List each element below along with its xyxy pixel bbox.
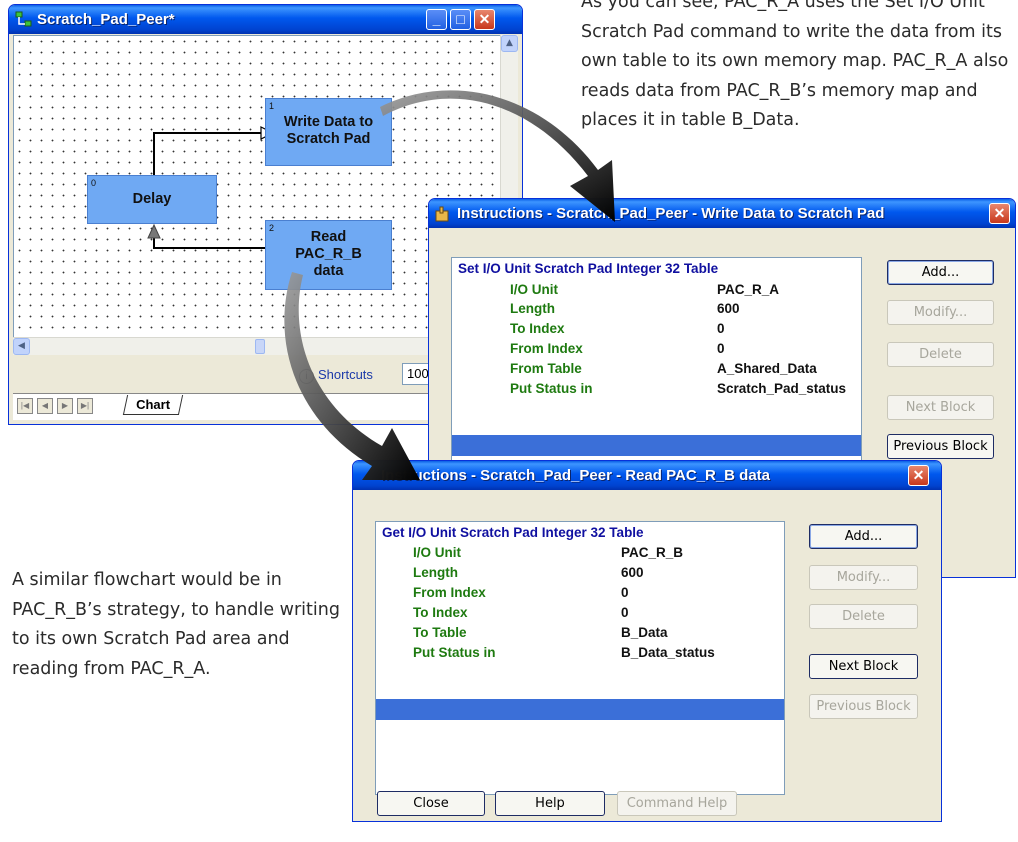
- scroll-left-icon[interactable]: ◀: [13, 338, 30, 355]
- param-value: A_Shared_Data: [717, 361, 817, 376]
- instructions-icon: [435, 206, 449, 222]
- param-name: Length: [413, 565, 458, 580]
- param-name: I/O Unit: [413, 545, 461, 560]
- previous-block-button[interactable]: Previous Block: [887, 434, 994, 459]
- info-icon: i: [299, 369, 314, 384]
- param-value: 0: [621, 605, 629, 620]
- minimize-icon: _: [432, 11, 441, 27]
- param-row: Length 600: [376, 565, 784, 584]
- block-number: 2: [269, 223, 275, 233]
- chart-window-title: Scratch_Pad_Peer*: [37, 11, 175, 28]
- flowchart-block-delay[interactable]: 0 Delay: [87, 175, 217, 224]
- add-button[interactable]: Add...: [887, 260, 994, 285]
- add-button[interactable]: Add...: [809, 524, 918, 549]
- scroll-up-icon[interactable]: ▲: [501, 35, 518, 52]
- param-value: 0: [621, 585, 629, 600]
- next-block-button[interactable]: Next Block: [887, 395, 994, 420]
- param-row: From Table A_Shared_Data: [452, 361, 861, 380]
- close-button[interactable]: ✕: [474, 9, 495, 30]
- param-name: From Index: [510, 341, 583, 356]
- prev-tab-icon[interactable]: ◀: [37, 398, 53, 414]
- previous-block-button[interactable]: Previous Block: [809, 694, 918, 719]
- dialog-write-titlebar[interactable]: Instructions - Scratch_Pad_Peer - Write …: [429, 199, 1015, 228]
- param-value: 0: [717, 341, 725, 356]
- param-value: Scratch_Pad_status: [717, 381, 847, 396]
- param-name: To Table: [413, 625, 467, 640]
- tab-chart[interactable]: Chart: [122, 395, 184, 415]
- flowchart-block-read-data[interactable]: 2 Read PAC_R_B data: [265, 220, 392, 290]
- instructions-dialog-read: Instructions - Scratch_Pad_Peer - Read P…: [352, 460, 942, 822]
- modify-button[interactable]: Modify...: [887, 300, 994, 325]
- param-row: From Index 0: [452, 341, 861, 360]
- flowchart-block-write-data[interactable]: 1 Write Data to Scratch Pad: [265, 98, 392, 166]
- param-value: B_Data_status: [621, 645, 715, 660]
- modify-button[interactable]: Modify...: [809, 565, 918, 590]
- dialog-write-close-button[interactable]: ✕: [989, 203, 1010, 224]
- shortcuts-label: Shortcuts: [318, 367, 373, 382]
- param-name: From Table: [510, 361, 582, 376]
- param-name: Put Status in: [510, 381, 593, 396]
- command-help-button[interactable]: Command Help: [617, 791, 737, 816]
- selection-highlight[interactable]: [452, 435, 861, 456]
- param-name: From Index: [413, 585, 486, 600]
- command-name: Get I/O Unit Scratch Pad Integer 32 Tabl…: [382, 525, 644, 540]
- block-number: 1: [269, 101, 275, 111]
- param-row: From Index 0: [376, 585, 784, 604]
- param-row: Put Status in B_Data_status: [376, 645, 784, 664]
- caption-left: A similar flowchart would be in PAC_R_B’…: [12, 570, 340, 679]
- maximize-button[interactable]: □: [450, 9, 471, 30]
- dialog-read-title: Instructions - Scratch_Pad_Peer - Read P…: [381, 467, 771, 484]
- close-icon: ✕: [478, 11, 491, 27]
- tab-chart-label: Chart: [136, 397, 171, 412]
- block-label: Delay: [132, 191, 172, 207]
- minimize-button[interactable]: _: [426, 9, 447, 30]
- instruction-list-read[interactable]: Get I/O Unit Scratch Pad Integer 32 Tabl…: [375, 521, 785, 795]
- block-label: Read PAC_R_B data: [295, 229, 362, 279]
- delete-button[interactable]: Delete: [887, 342, 994, 367]
- param-row: I/O Unit PAC_R_B: [376, 545, 784, 564]
- first-tab-icon[interactable]: |◀: [17, 398, 33, 414]
- param-row: To Table B_Data: [376, 625, 784, 644]
- param-name: To Index: [413, 605, 468, 620]
- dialog-read-titlebar[interactable]: Instructions - Scratch_Pad_Peer - Read P…: [353, 461, 941, 490]
- param-name: Put Status in: [413, 645, 496, 660]
- chart-app-icon: [15, 11, 32, 27]
- param-value: B_Data: [621, 625, 668, 640]
- param-name: To Index: [510, 321, 565, 336]
- chart-window-titlebar[interactable]: Scratch_Pad_Peer* _ □ ✕: [9, 5, 522, 34]
- delete-button[interactable]: Delete: [809, 604, 918, 629]
- next-tab-icon[interactable]: ▶: [57, 398, 73, 414]
- block-label: Write Data to Scratch Pad: [283, 114, 374, 147]
- block-number: 0: [91, 178, 97, 188]
- close-icon: ✕: [993, 205, 1006, 221]
- help-button[interactable]: Help: [495, 791, 605, 816]
- param-row: Put Status in Scratch_Pad_status: [452, 381, 861, 400]
- close-icon: ✕: [912, 467, 925, 483]
- close-dialog-button[interactable]: Close: [377, 791, 485, 816]
- maximize-icon: □: [456, 11, 465, 27]
- selection-highlight[interactable]: [376, 699, 784, 720]
- horizontal-scrollbar[interactable]: ◀: [13, 337, 500, 355]
- param-name: Length: [510, 301, 555, 316]
- param-value: 0: [717, 321, 725, 336]
- last-tab-icon[interactable]: ▶|: [77, 398, 93, 414]
- next-block-button[interactable]: Next Block: [809, 654, 918, 679]
- param-value: PAC_R_B: [621, 545, 684, 560]
- param-name: I/O Unit: [510, 282, 558, 297]
- caption-top: As you can see, PAC_R_A uses the Set I/O…: [581, 0, 1009, 130]
- param-value: 600: [717, 301, 740, 316]
- param-row: Length 600: [452, 301, 861, 320]
- param-value: 600: [621, 565, 644, 580]
- dialog-read-close-button[interactable]: ✕: [908, 465, 929, 486]
- command-name: Set I/O Unit Scratch Pad Integer 32 Tabl…: [458, 261, 719, 276]
- param-row: I/O Unit PAC_R_A: [452, 282, 861, 301]
- shortcuts-link[interactable]: i Shortcuts: [299, 367, 373, 384]
- scroll-thumb[interactable]: [255, 339, 265, 354]
- param-row: To Index 0: [376, 605, 784, 624]
- param-row: To Index 0: [452, 321, 861, 340]
- param-value: PAC_R_A: [717, 282, 780, 297]
- dialog-write-title: Instructions - Scratch_Pad_Peer - Write …: [457, 205, 885, 222]
